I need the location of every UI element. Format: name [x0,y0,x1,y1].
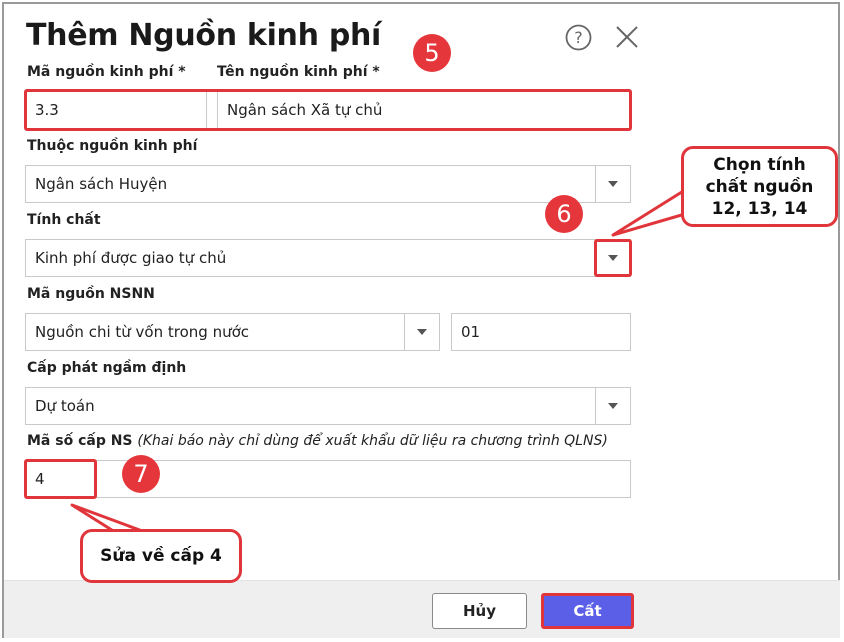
cap-phat-select[interactable]: Dự toán [25,387,631,425]
tinh-chat-label: Tính chất [27,212,101,228]
thuoc-nguon-dropdown-button[interactable] [595,166,630,202]
callout-6-line1: Chọn tính [713,154,806,175]
cap-phat-dropdown-button[interactable] [595,388,630,424]
tinh-chat-value: Kinh phí được giao tự chủ [35,249,227,267]
thuoc-nguon-select[interactable]: Ngân sách Huyện [25,165,631,203]
ma-nsnn-select[interactable]: Nguồn chi từ vốn trong nước [25,313,440,351]
dialog-footer [4,580,840,638]
badge-7: 7 [122,455,160,493]
callout-6-line3: 12, 13, 14 [711,198,808,219]
callout-6-line2: chất nguồn [705,176,814,197]
chevron-down-icon [608,181,618,187]
ten-nguon-input[interactable]: Ngân sách Xã tự chủ [217,91,630,129]
ma-nsnn-dropdown-button[interactable] [404,314,439,350]
chevron-down-icon [608,255,618,261]
help-icon[interactable]: ? [565,24,592,51]
tinh-chat-dropdown-button[interactable] [595,240,630,276]
chevron-down-icon [608,403,618,409]
save-button[interactable]: Cất [541,593,634,629]
ma-so-cap-note: (Khai báo này chỉ dùng để xuất khẩu dữ l… [137,433,608,449]
cap-phat-value: Dự toán [35,397,95,415]
callout-6: Chọn tính chất nguồn 12, 13, 14 [681,146,838,227]
close-icon[interactable] [614,24,640,50]
callout-7: Sửa về cấp 4 [80,529,242,583]
thuoc-nguon-value: Ngân sách Huyện [35,175,168,193]
ma-nsnn-label: Mã nguồn NSNN [27,286,155,302]
ten-nguon-label: Tên nguồn kinh phí * [217,64,380,80]
dialog-title: Thêm Nguồn kinh phí [26,18,382,53]
ma-nsnn-code-input[interactable]: 01 [451,313,631,351]
svg-text:?: ? [574,28,583,47]
cap-phat-label: Cấp phát ngầm định [27,360,187,376]
ma-nsnn-value: Nguồn chi từ vốn trong nước [35,323,250,341]
tinh-chat-select[interactable]: Kinh phí được giao tự chủ [25,239,631,277]
thuoc-nguon-label: Thuộc nguồn kinh phí [27,138,198,154]
ma-so-cap-label-text: Mã số cấp NS [27,433,133,449]
ma-nguon-input[interactable]: 3.3 [25,91,207,129]
ma-nguon-label: Mã nguồn kinh phí * [27,64,186,80]
badge-5: 5 [413,34,451,72]
ma-so-cap-input[interactable]: 4 [25,460,631,498]
cancel-button[interactable]: Hủy [432,593,527,629]
add-funding-source-dialog: Thêm Nguồn kinh phí ? Mã nguồn kinh phí … [0,0,844,642]
chevron-down-icon [417,329,427,335]
ma-so-cap-label: Mã số cấp NS (Khai báo này chỉ dùng để x… [27,433,608,449]
badge-6: 6 [545,195,583,233]
